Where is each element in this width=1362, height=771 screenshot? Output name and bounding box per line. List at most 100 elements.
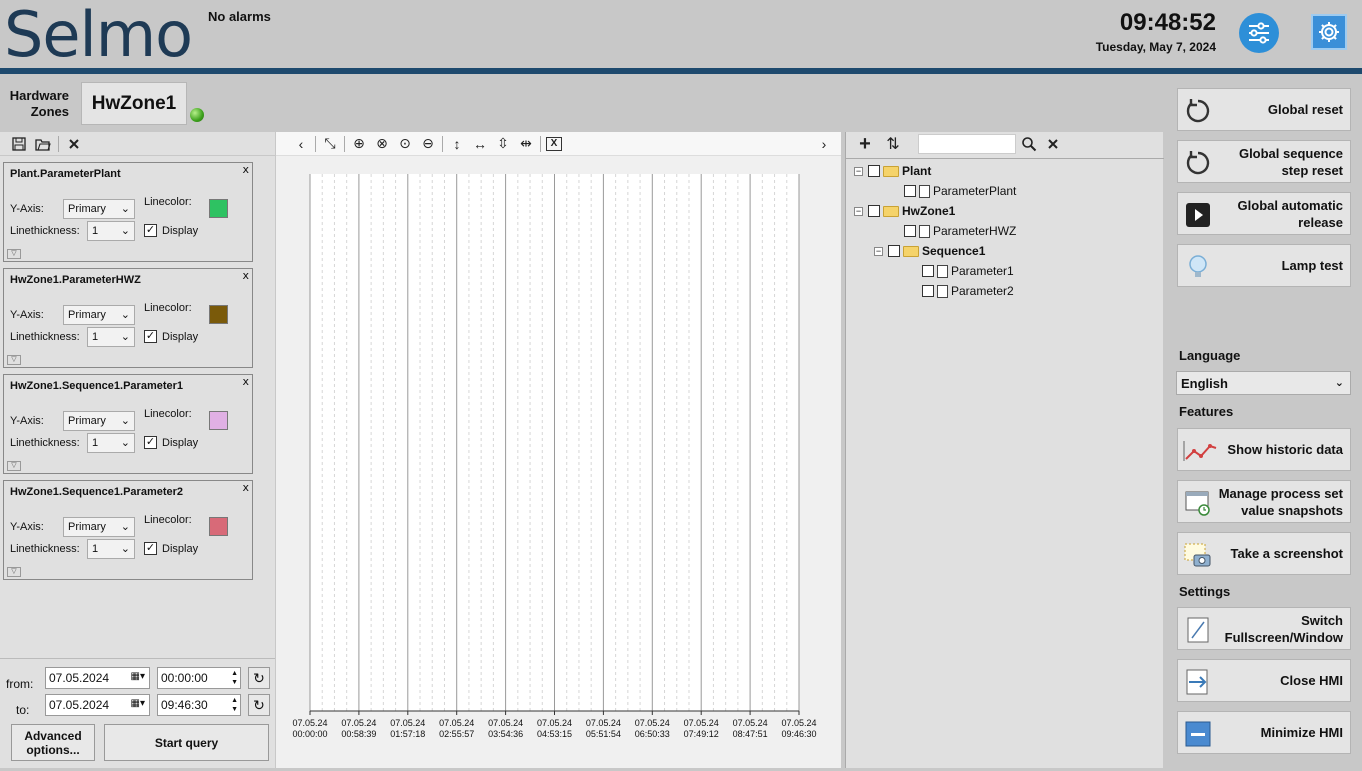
tree-parameter-node[interactable]: Parameter2 bbox=[922, 283, 1014, 299]
x-tick-label-time: 00:00:00 bbox=[292, 729, 327, 739]
language-select[interactable]: English ⌄ bbox=[1176, 371, 1351, 395]
linecolor-swatch[interactable] bbox=[209, 517, 228, 536]
remove-parameter-icon[interactable]: x bbox=[242, 269, 249, 282]
tree-folder-node[interactable]: Plant bbox=[868, 163, 931, 179]
expand-toggle-icon[interactable]: ▽ bbox=[7, 461, 21, 471]
zoom-fit-icon[interactable]: ⊙ bbox=[396, 135, 414, 153]
display-checkbox[interactable]: ✓ bbox=[144, 542, 157, 555]
zone-button-hwzone1[interactable]: HwZone1 bbox=[81, 82, 187, 125]
clear-search-icon[interactable] bbox=[1044, 135, 1062, 153]
linecolor-swatch[interactable] bbox=[209, 411, 228, 430]
from-date-field[interactable]: 07.05.2024 ▦▾ bbox=[45, 667, 150, 689]
tree-checkbox[interactable] bbox=[922, 265, 934, 277]
remove-parameter-icon[interactable]: x bbox=[242, 375, 249, 388]
yaxis-select[interactable]: Primary ⌄ bbox=[63, 411, 135, 431]
time-spinner-icon[interactable]: ▲ ▼ bbox=[231, 696, 238, 714]
lamp-test-button[interactable]: Lamp test bbox=[1177, 244, 1351, 287]
zoom-in-icon[interactable]: ⊕ bbox=[350, 135, 368, 153]
yaxis-select[interactable]: Primary ⌄ bbox=[63, 199, 135, 219]
yaxis-select[interactable]: Primary ⌄ bbox=[63, 305, 135, 325]
chevron-right-icon[interactable]: › bbox=[815, 135, 833, 153]
linethickness-select[interactable]: 1 ⌄ bbox=[87, 327, 135, 347]
search-icon[interactable] bbox=[1020, 135, 1038, 153]
linethickness-label: Linethickness: bbox=[10, 437, 80, 449]
minimize-hmi-button[interactable]: Minimize HMI bbox=[1177, 711, 1351, 754]
collapse-toggle-icon[interactable]: − bbox=[854, 167, 863, 176]
resize-icon bbox=[1184, 616, 1212, 644]
trend-chart[interactable]: 07.05.2400:00:0007.05.2400:58:3907.05.24… bbox=[276, 156, 841, 756]
time-spinner-icon[interactable]: ▲ ▼ bbox=[231, 669, 238, 687]
manage-snapshots-button[interactable]: Manage process set value snapshots bbox=[1177, 480, 1351, 523]
start-query-button[interactable]: Start query bbox=[104, 724, 269, 761]
collapse-toggle-icon[interactable]: − bbox=[854, 207, 863, 216]
display-label: Display bbox=[162, 225, 199, 237]
close-icon[interactable] bbox=[65, 135, 83, 153]
remove-parameter-icon[interactable]: x bbox=[242, 163, 249, 176]
folder-icon bbox=[883, 205, 899, 217]
tree-parameter-node[interactable]: ParameterPlant bbox=[904, 183, 1016, 199]
global-automatic-release-button[interactable]: Global automatic release bbox=[1177, 192, 1351, 235]
display-checkbox[interactable]: ✓ bbox=[144, 224, 157, 237]
tree-parameter-node[interactable]: Parameter1 bbox=[922, 263, 1014, 279]
compress-vertical-icon[interactable]: ⇳ bbox=[494, 135, 512, 153]
settings-button[interactable] bbox=[1311, 14, 1347, 50]
linecolor-swatch[interactable] bbox=[209, 305, 228, 324]
add-icon[interactable]: + bbox=[856, 133, 874, 155]
tree-search-input[interactable] bbox=[918, 134, 1016, 154]
linethickness-select[interactable]: 1 ⌄ bbox=[87, 221, 135, 241]
tree-checkbox[interactable] bbox=[904, 185, 916, 197]
refresh-to-button[interactable]: ↻ bbox=[248, 694, 270, 716]
chevron-left-icon[interactable]: ‹ bbox=[292, 135, 310, 153]
show-historic-data-button[interactable]: Show historic data bbox=[1177, 428, 1351, 471]
expand-toggle-icon[interactable]: ▽ bbox=[7, 355, 21, 365]
display-checkbox[interactable]: ✓ bbox=[144, 436, 157, 449]
sync-icon[interactable]: ⇅ bbox=[884, 135, 902, 153]
filter-settings-button[interactable] bbox=[1239, 13, 1279, 53]
parameter-toolbar bbox=[0, 132, 275, 156]
tree-checkbox[interactable] bbox=[888, 245, 900, 257]
tree-folder-node[interactable]: HwZone1 bbox=[868, 203, 955, 219]
remove-parameter-icon[interactable]: x bbox=[242, 481, 249, 494]
tree-parameter-node[interactable]: ParameterHWZ bbox=[904, 223, 1016, 239]
compress-horizontal-icon[interactable]: ⇹ bbox=[517, 135, 535, 153]
calendar-icon[interactable]: ▦▾ bbox=[131, 671, 145, 682]
from-time-field[interactable]: 00:00:00 ▲ ▼ bbox=[157, 667, 241, 689]
calendar-icon[interactable]: ▦▾ bbox=[131, 698, 145, 709]
display-checkbox[interactable]: ✓ bbox=[144, 330, 157, 343]
tree-checkbox[interactable] bbox=[868, 165, 880, 177]
tree-checkbox[interactable] bbox=[922, 285, 934, 297]
horizontal-arrow-icon[interactable]: ↔ bbox=[471, 135, 489, 153]
tree-checkbox[interactable] bbox=[904, 225, 916, 237]
autoscale-icon[interactable]: ⤡ bbox=[321, 135, 339, 153]
parameter-name: HwZone1.Sequence1.Parameter2 bbox=[10, 486, 184, 498]
global-sequence-step-reset-button[interactable]: Global sequence step reset bbox=[1177, 140, 1351, 183]
chevron-down-icon: ⌄ bbox=[120, 203, 130, 215]
minimize-icon bbox=[1184, 720, 1212, 748]
collapse-toggle-icon[interactable]: − bbox=[874, 247, 883, 256]
alarm-status[interactable]: No alarms bbox=[208, 9, 271, 24]
open-folder-icon[interactable] bbox=[34, 135, 52, 153]
zoom-x-icon[interactable]: ⊗ bbox=[373, 135, 391, 153]
chevron-down-icon: ⌄ bbox=[120, 225, 130, 237]
global-reset-button[interactable]: Global reset bbox=[1177, 88, 1351, 131]
advanced-options-button[interactable]: Advanced options... bbox=[11, 724, 95, 761]
expand-toggle-icon[interactable]: ▽ bbox=[7, 249, 21, 259]
linethickness-select[interactable]: 1 ⌄ bbox=[87, 433, 135, 453]
switch-fullscreen-button[interactable]: Switch Fullscreen/Window bbox=[1177, 607, 1351, 650]
yaxis-select[interactable]: Primary ⌄ bbox=[63, 517, 135, 537]
to-time-field[interactable]: 09:46:30 ▲ ▼ bbox=[157, 694, 241, 716]
take-screenshot-button[interactable]: Take a screenshot bbox=[1177, 532, 1351, 575]
refresh-from-button[interactable]: ↻ bbox=[248, 667, 270, 689]
tree-checkbox[interactable] bbox=[868, 205, 880, 217]
tree-folder-node[interactable]: Sequence1 bbox=[888, 243, 985, 259]
vertical-arrow-icon[interactable]: ↕ bbox=[448, 135, 466, 153]
lightbulb-icon bbox=[1184, 253, 1212, 281]
close-hmi-button[interactable]: Close HMI bbox=[1177, 659, 1351, 702]
zoom-out-icon[interactable]: ⊖ bbox=[419, 135, 437, 153]
excel-export-icon[interactable]: X bbox=[546, 136, 562, 151]
save-icon[interactable] bbox=[10, 135, 28, 153]
linecolor-swatch[interactable] bbox=[209, 199, 228, 218]
to-date-field[interactable]: 07.05.2024 ▦▾ bbox=[45, 694, 150, 716]
expand-toggle-icon[interactable]: ▽ bbox=[7, 567, 21, 577]
linethickness-select[interactable]: 1 ⌄ bbox=[87, 539, 135, 559]
